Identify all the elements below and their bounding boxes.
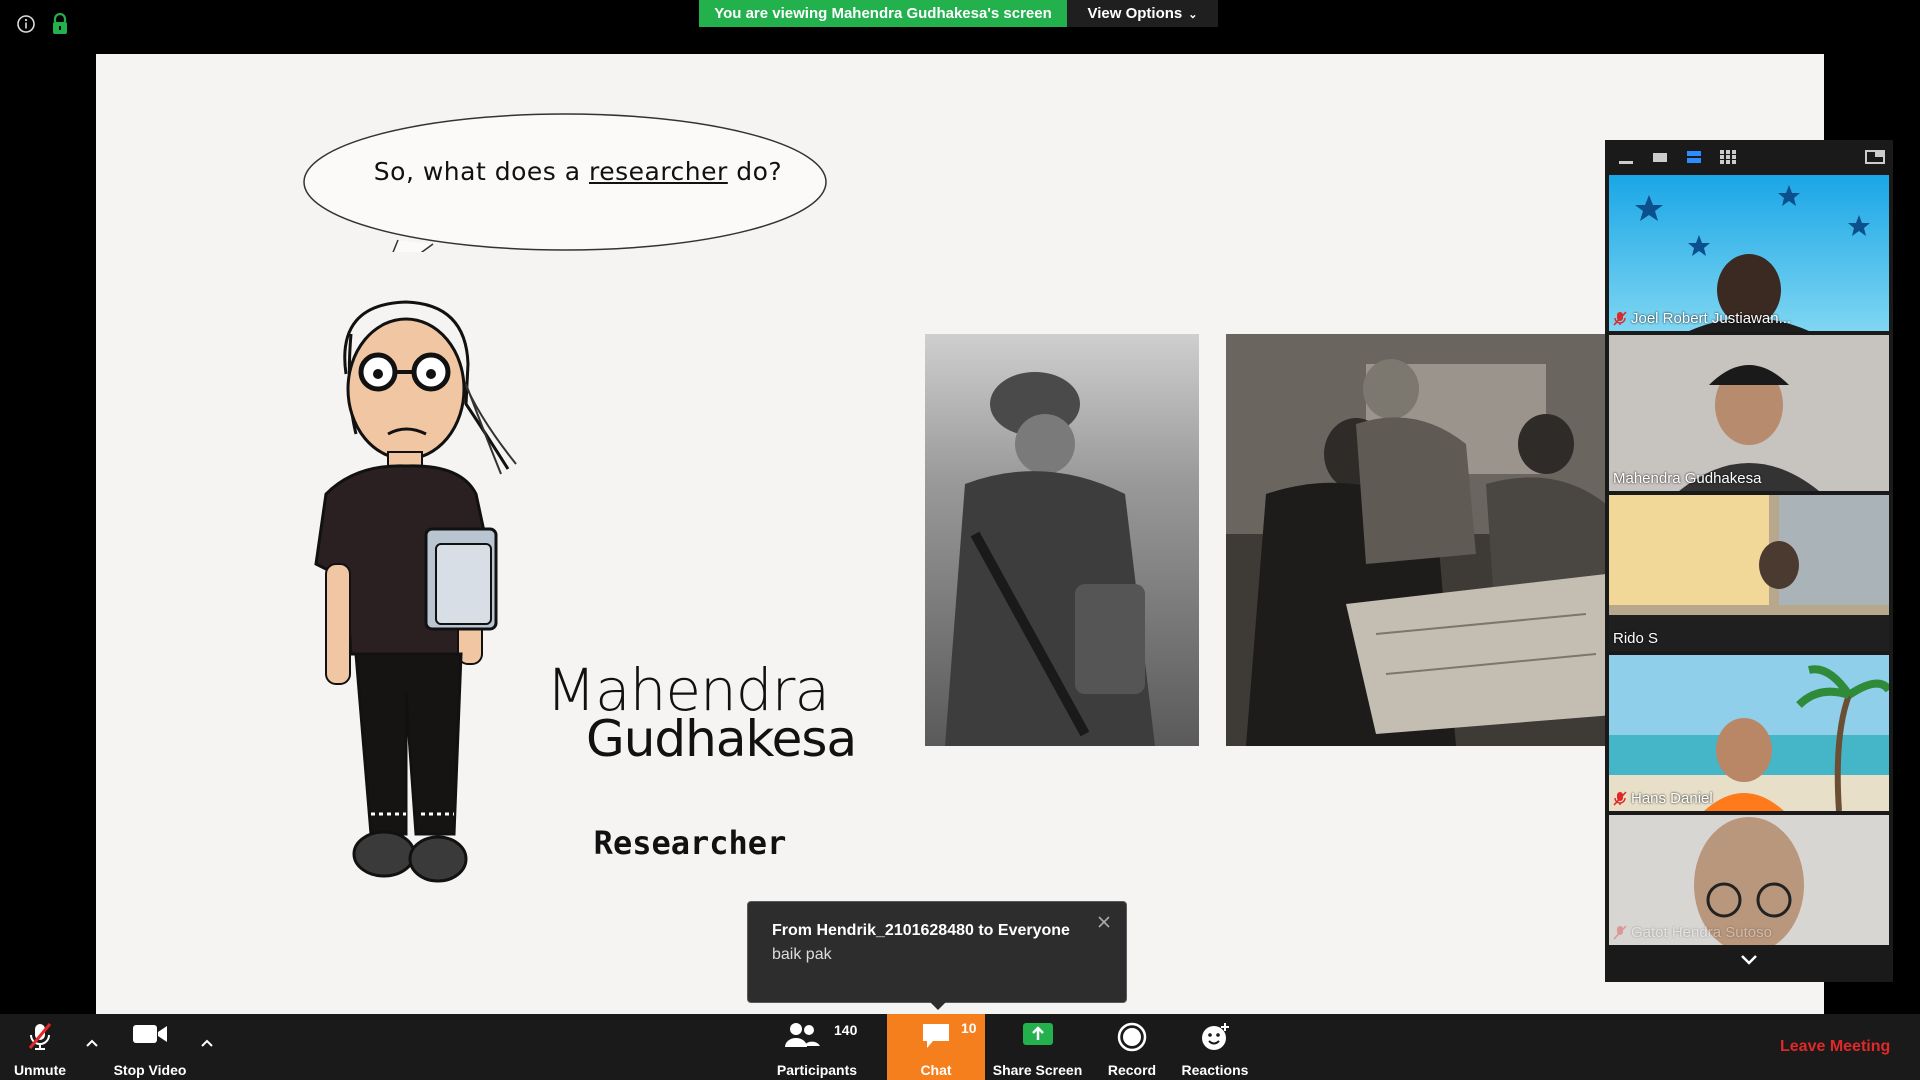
speech-text-suffix: do? — [727, 157, 783, 186]
video-options-caret-icon[interactable] — [200, 1038, 214, 1048]
chat-notification-toast[interactable]: From Hendrik_2101628480 to Everyone baik… — [747, 901, 1127, 1010]
view-options-label: View Options — [1087, 5, 1183, 22]
share-screen-button[interactable]: Share Screen — [990, 1014, 1085, 1080]
participant-name-label: Gatot Hendra Sutoso — [1613, 924, 1772, 941]
record-label: Record — [1107, 1062, 1157, 1078]
meeting-controls-toolbar: Unmute Stop Video 140 Participants 10 Ch… — [0, 1014, 1920, 1080]
screen-share-banner: You are viewing Mahendra Gudhakesa's scr… — [699, 0, 1067, 27]
historical-photo-officers-map — [1226, 334, 1626, 746]
muted-microphone-icon — [1613, 925, 1627, 940]
participant-video — [1609, 655, 1889, 811]
participants-label: Participants — [776, 1062, 858, 1078]
chat-label: Chat — [920, 1062, 952, 1078]
toast-pointer — [928, 1000, 948, 1010]
participant-tile[interactable]: Rido S — [1609, 495, 1889, 651]
participant-name: Rido S — [1613, 630, 1659, 647]
chat-message-text: baik pak — [772, 946, 832, 963]
share-screen-label: Share Screen — [992, 1062, 1083, 1078]
chat-sender-line: From Hendrik_2101628480 to Everyone — [772, 922, 1070, 939]
participant-gallery-panel: Joel Robert Justiawan... Mahendra Gudhak… — [1605, 140, 1893, 982]
researcher-character-illustration — [314, 300, 517, 883]
speaker-view-icon[interactable] — [1685, 149, 1703, 165]
record-icon — [1117, 1022, 1147, 1052]
close-icon[interactable] — [1096, 914, 1112, 930]
muted-microphone-icon — [1613, 311, 1627, 326]
leave-meeting-button[interactable]: Leave Meeting — [1780, 1014, 1890, 1080]
participants-button[interactable]: 140 Participants — [762, 1014, 872, 1080]
speech-text-prefix: So, what does a — [373, 157, 589, 186]
speech-bubble-text: So, what does a researcher do? — [348, 157, 808, 186]
encryption-lock-icon[interactable] — [51, 13, 69, 35]
minimize-icon[interactable] — [1617, 149, 1635, 165]
participant-name-label: Mahendra Gudhakesa — [1613, 470, 1761, 487]
chat-bubble-icon — [923, 1024, 949, 1048]
muted-microphone-icon — [28, 1023, 52, 1050]
reactions-button[interactable]: Reactions — [1175, 1014, 1255, 1080]
unmute-button[interactable]: Unmute — [0, 1014, 80, 1080]
shared-screen-slide: So, what does a researcher do? Mahendra … — [96, 54, 1824, 1014]
hide-video-icon[interactable] — [1651, 149, 1669, 165]
chat-unread-count: 10 — [961, 1020, 977, 1036]
stop-video-button[interactable]: Stop Video — [105, 1014, 195, 1080]
participant-name: Joel Robert Justiawan... — [1631, 310, 1792, 327]
participant-name: Gatot Hendra Sutoso — [1631, 924, 1772, 941]
view-options-button[interactable]: View Options ⌄ — [1067, 0, 1218, 27]
gallery-grid-icon[interactable] — [1719, 149, 1737, 165]
participant-tile[interactable]: Joel Robert Justiawan... — [1609, 175, 1889, 331]
participant-name: Mahendra Gudhakesa — [1613, 470, 1762, 487]
reactions-label: Reactions — [1181, 1062, 1249, 1078]
chevron-down-icon: ⌄ — [1188, 9, 1198, 21]
stop-video-label: Stop Video — [113, 1062, 187, 1078]
record-button[interactable]: Record — [1097, 1014, 1167, 1080]
participant-name-label: Rido S — [1613, 630, 1658, 647]
chat-button[interactable]: 10 Chat — [887, 1014, 985, 1080]
participant-name-label: Joel Robert Justiawan... — [1613, 310, 1791, 327]
unmute-label: Unmute — [13, 1062, 67, 1078]
audio-options-caret-icon[interactable] — [85, 1038, 99, 1048]
participants-count: 140 — [834, 1022, 858, 1038]
participant-video — [1609, 175, 1889, 331]
participants-icon — [785, 1023, 820, 1047]
info-icon[interactable] — [16, 14, 36, 34]
participant-name-label: Hans Daniel — [1613, 790, 1713, 807]
speech-text-keyword: researcher — [588, 157, 728, 186]
participant-tile[interactable]: Gatot Hendra Sutoso — [1609, 815, 1889, 945]
participant-video — [1609, 335, 1889, 491]
smiley-reaction-icon — [1202, 1023, 1229, 1050]
participant-video — [1609, 495, 1889, 651]
gallery-toolbar — [1605, 140, 1893, 174]
video-camera-icon — [133, 1025, 167, 1043]
historical-photo-soldier — [925, 334, 1199, 746]
slide-name-last: Gudhakesa — [586, 710, 857, 768]
pop-out-icon[interactable] — [1865, 149, 1885, 165]
chevron-down-icon[interactable] — [1737, 952, 1761, 968]
participant-tile[interactable]: Hans Daniel — [1609, 655, 1889, 811]
share-screen-icon — [1022, 1023, 1053, 1045]
muted-microphone-icon — [1613, 791, 1627, 806]
participant-name: Hans Daniel — [1631, 790, 1713, 807]
slide-role-label: Researcher — [593, 824, 787, 862]
participant-tile-active-speaker[interactable]: Mahendra Gudhakesa — [1609, 335, 1889, 491]
